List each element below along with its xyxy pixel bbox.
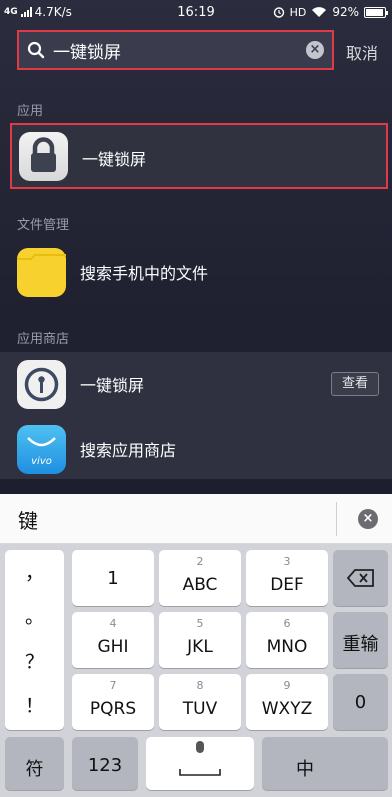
battery-icon — [364, 6, 388, 18]
punct-key[interactable]: ？ — [5, 647, 64, 674]
key-letters: ABC — [182, 575, 218, 595]
clear-search-icon[interactable]: × — [306, 41, 324, 59]
key-3[interactable]: 3 DEF — [246, 550, 328, 606]
key-lock-icon — [17, 360, 66, 409]
app-result-lock-screen[interactable]: 一键锁屏 — [10, 123, 388, 189]
key-label: 1 — [107, 568, 119, 589]
vivo-logo-text: vivo — [31, 456, 52, 467]
numeric-label: 123 — [87, 755, 123, 776]
key-letters: JKL — [187, 637, 213, 657]
status-bar: 4G 4.7K/s 16:19 HD 92% — [0, 0, 392, 24]
symbol-key[interactable]: 符 — [5, 737, 64, 790]
key-number: 7 — [109, 679, 117, 692]
chinese-english-key[interactable]: 中 — [262, 737, 388, 790]
search-box[interactable]: × — [17, 30, 334, 70]
punct-key[interactable]: 。 — [5, 602, 64, 629]
zero-key[interactable]: 0 — [333, 674, 388, 730]
file-search-label: 搜索手机中的文件 — [80, 264, 209, 283]
key-6[interactable]: 6 MNO — [246, 612, 328, 668]
store-search-label: 搜索应用商店 — [80, 441, 177, 460]
key-letters: GHI — [97, 637, 129, 657]
lock-icon — [19, 132, 68, 181]
hd-indicator: HD — [289, 5, 307, 19]
punct-key[interactable]: ， — [5, 558, 64, 585]
candidate-character[interactable]: 键 — [18, 505, 38, 534]
key-letters: MNO — [266, 637, 308, 657]
key-number: 8 — [196, 679, 204, 692]
candidate-separator — [336, 502, 337, 536]
key-number: 3 — [283, 555, 291, 568]
zero-label: 0 — [354, 692, 367, 713]
battery-fill — [366, 8, 383, 16]
app-result-label: 一键锁屏 — [82, 150, 147, 169]
key-5[interactable]: 5 JKL — [159, 612, 241, 668]
punct-key[interactable]: ！ — [5, 691, 64, 718]
retype-label: 重输 — [342, 634, 379, 655]
view-button[interactable]: 查看 — [331, 372, 379, 396]
retype-key[interactable]: 重输 — [333, 612, 388, 668]
search-icon — [27, 41, 45, 59]
folder-icon — [17, 248, 66, 297]
key-7[interactable]: 7 PQRS — [72, 674, 154, 730]
file-search-row[interactable]: 搜索手机中的文件 — [0, 240, 392, 304]
battery-percent: 92% — [332, 5, 359, 19]
keyboard: ， 。 ？ ！ 1 2 ABC 3 DEF 4 GHI 5 JKL 6 MNO … — [0, 544, 392, 797]
key-2[interactable]: 2 ABC — [159, 550, 241, 606]
key-number: 5 — [196, 617, 204, 630]
alarm-icon — [273, 7, 284, 18]
wifi-icon — [312, 7, 327, 17]
section-title-apps: 应用 — [17, 104, 44, 119]
key-letters: TUV — [182, 699, 218, 719]
cancel-button[interactable]: 取消 — [346, 40, 378, 64]
key-letters: WXYZ — [261, 699, 313, 719]
search-input[interactable] — [53, 38, 303, 62]
key-number: 9 — [283, 679, 291, 692]
key-8[interactable]: 8 TUV — [159, 674, 241, 730]
store-result-label: 一键锁屏 — [80, 376, 145, 395]
chinese-label: 中 — [296, 759, 314, 780]
key-1[interactable]: 1 — [72, 550, 154, 606]
key-number: 4 — [109, 617, 117, 630]
key-letters: DEF — [270, 575, 304, 595]
key-9[interactable]: 9 WXYZ — [246, 674, 328, 730]
close-candidates-icon[interactable]: × — [358, 509, 378, 529]
section-title-files: 文件管理 — [17, 218, 70, 233]
vivo-store-icon: vivo — [17, 425, 66, 474]
store-result-lock-screen[interactable]: 一键锁屏 查看 — [0, 352, 392, 416]
key-number: 2 — [196, 555, 204, 568]
punctuation-column[interactable]: ， 。 ？ ！ — [5, 550, 64, 730]
key-4[interactable]: 4 GHI — [72, 612, 154, 668]
store-search-row[interactable]: vivo 搜索应用商店 — [0, 417, 392, 479]
key-number: 6 — [283, 617, 291, 630]
backspace-icon — [346, 569, 374, 587]
section-title-store: 应用商店 — [17, 332, 70, 347]
numeric-key[interactable]: 123 — [72, 737, 138, 790]
symbol-label: 符 — [25, 759, 44, 780]
backspace-key[interactable] — [333, 550, 388, 606]
candidate-bar: 键 × — [0, 494, 392, 544]
key-letters: PQRS — [89, 699, 137, 719]
